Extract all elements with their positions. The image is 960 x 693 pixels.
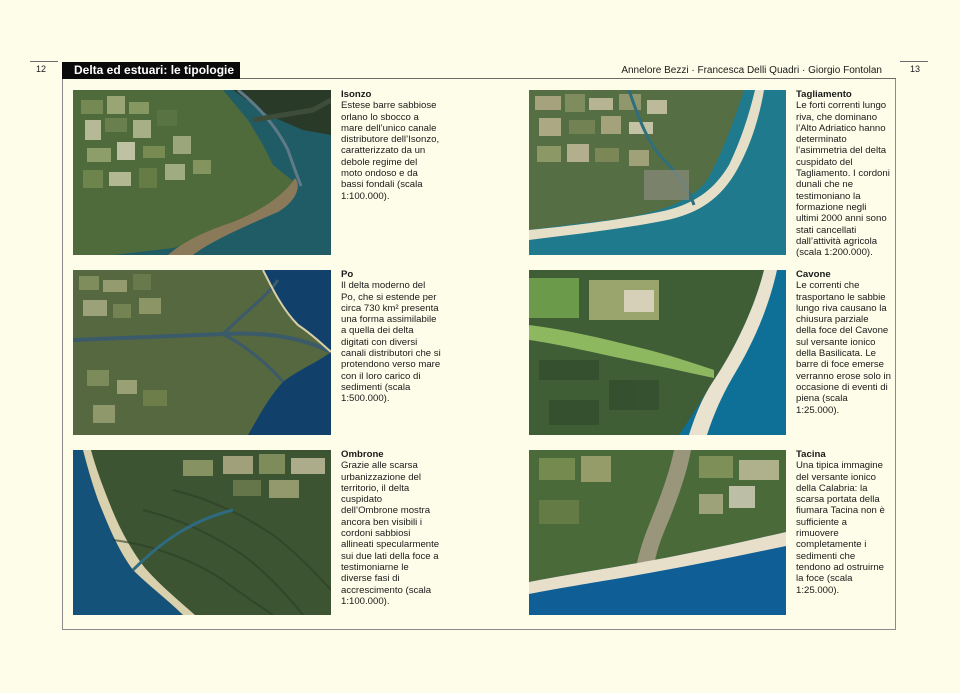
caption-po: Po Il delta moderno del Po, che si esten… xyxy=(341,269,441,405)
caption-ombrone: Ombrone Grazie alle scarsa urbanizzazion… xyxy=(341,449,441,607)
top-rule-left xyxy=(30,61,58,62)
caption-text: Il delta moderno del Po, che si estende … xyxy=(341,280,441,405)
caption-title: Cavone xyxy=(796,269,831,280)
page-number-right: 13 xyxy=(910,64,921,74)
authors-line: Annelore Bezzi · Francesca Delli Quadri … xyxy=(621,65,882,76)
caption-title: Ombrone xyxy=(341,449,384,460)
caption-text: Grazie alle scarsa urbanizzazione del te… xyxy=(341,460,440,607)
caption-text: Una tipica immagine del versante ionico … xyxy=(796,460,885,596)
caption-title: Isonzo xyxy=(341,89,372,100)
satellite-image-isonzo xyxy=(73,90,331,255)
satellite-image-cavone xyxy=(529,270,786,435)
caption-title: Po xyxy=(341,269,354,280)
satellite-image-po xyxy=(73,270,331,435)
caption-title: Tagliamento xyxy=(796,89,852,100)
satellite-image-ombrone xyxy=(73,450,331,615)
caption-text: Estese barre sabbiose orlano lo sbocco a… xyxy=(341,100,440,202)
caption-title: Tacina xyxy=(796,449,826,460)
caption-isonzo: Isonzo Estese barre sabbiose orlano lo s… xyxy=(341,89,441,202)
caption-cavone: Cavone Le correnti che trasportano le sa… xyxy=(796,269,891,416)
caption-text: Le correnti che trasportano le sabbie lu… xyxy=(796,280,891,416)
page-number-left: 12 xyxy=(36,64,47,74)
caption-tacina: Tacina Una tipica immagine del versante … xyxy=(796,449,891,596)
satellite-image-tacina xyxy=(529,450,786,615)
satellite-image-tagliamento xyxy=(529,90,786,255)
caption-text: Le forti correnti lungo riva, che domina… xyxy=(796,100,890,259)
top-rule-right xyxy=(900,61,928,62)
section-title: Delta ed estuari: le tipologie xyxy=(62,62,240,79)
caption-tagliamento: Tagliamento Le forti correnti lungo riva… xyxy=(796,89,891,258)
